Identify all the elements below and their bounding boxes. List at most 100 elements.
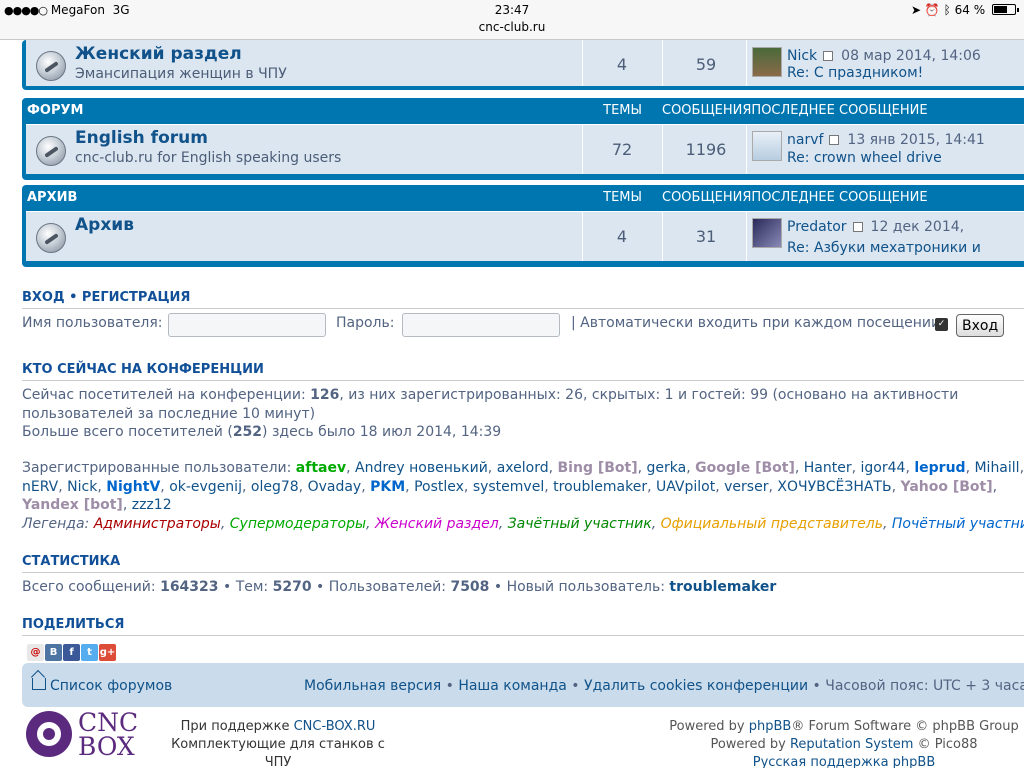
online-count: 126 [310,387,340,403]
forum-row-english[interactable]: English forum cnc-club.ru for English sp… [26,124,1024,174]
user-link[interactable]: ok-evgenij [169,479,242,495]
last-post-title[interactable]: Re: Азбуки мехатроники и [787,240,981,256]
legend-group-link[interactable]: Супермодераторы [230,516,366,532]
users-line-2: nERV, Nick, NightV, ok-evgenij, oleg78, … [22,478,998,495]
group-legend: Легенда: Администраторы, Супермодераторы… [22,515,1024,534]
user-link[interactable]: ХОЧУВСЁЗНАТЬ [777,479,891,495]
legend-group-link[interactable]: Официальный представитель [661,516,883,532]
user-link[interactable]: Postlex [414,479,464,495]
user-link[interactable]: aftaev [296,460,346,476]
cncbox-logo[interactable]: CNC BOX [26,710,150,761]
legend-group-link[interactable]: Администраторы [94,516,221,532]
stats-line: Всего сообщений: 164323 • Тем: 5270 • По… [22,579,777,595]
cncbox-link[interactable]: CNC-BOX.RU [294,719,376,734]
newest-user-link[interactable]: troublemaker [669,579,776,595]
user-link[interactable]: Hanter [804,460,852,476]
column-divider [746,125,747,174]
user-link[interactable]: PKM [370,479,405,495]
username-input[interactable] [168,313,326,337]
user-link[interactable]: Mihaill [974,460,1019,476]
last-post-info: narvf 13 янв 2015, 14:41 [787,132,985,148]
legend-group-link[interactable]: Почётный участник [892,516,1024,532]
view-latest-post-icon[interactable] [852,222,863,232]
user-link[interactable]: UAVpilot [656,479,715,495]
forum-row-archive[interactable]: Архив 4 31 Predator 12 дек 2014, Re: Азбу… [26,211,1024,261]
facebook-share-icon[interactable]: f [63,644,80,661]
users-line-1: Зарегистрированные пользователи: aftaev,… [22,460,1024,476]
russian-support-link[interactable]: Русская поддержка phpBB [664,754,1024,768]
category-archive: АРХИВ ТЕМЫ СООБЩЕНИЯПОСЛЕДНЕЕ СООБЩЕНИЕ … [22,185,1024,267]
column-divider [582,40,583,86]
forum-read-icon [36,136,66,166]
last-post-title[interactable]: Re: С праздником! [787,65,923,81]
password-label: Пароль: [336,315,395,331]
password-input[interactable] [402,313,560,337]
category-title[interactable]: АРХИВ [27,190,77,205]
mail-share-icon[interactable]: @ [27,644,44,661]
last-post-title[interactable]: Re: crown wheel drive [787,150,942,166]
user-link[interactable]: troublemaker [553,479,647,495]
user-link[interactable]: gerka [647,460,687,476]
category-women: Женский раздел Эмансипация женщин в ЧПУ … [22,40,1024,90]
view-latest-post-icon[interactable] [829,135,840,145]
topics-column-header: ТЕМЫ [603,190,642,205]
user-link[interactable]: NightV [106,479,160,495]
team-link[interactable]: Наша команда [458,678,567,694]
user-link[interactable]: Yahoo [Bot] [900,479,992,495]
last-post-author[interactable]: Nick [787,48,817,64]
vk-share-icon[interactable]: В [45,644,62,661]
user-link[interactable]: zzz12 [132,497,172,513]
user-link[interactable]: oleg78 [251,479,299,495]
legend-group-link[interactable]: Женский раздел [375,516,499,532]
legend-group-link[interactable]: Зачётный участник [508,516,652,532]
forum-title[interactable]: Женский раздел [75,44,242,64]
user-link[interactable]: Andrey новенький [355,460,488,476]
forum-row-women[interactable]: Женский раздел Эмансипация женщин в ЧПУ … [26,40,1024,86]
forum-topics-count: 4 [616,55,628,74]
user-avatar[interactable] [752,218,782,248]
last-post-date: 08 мар 2014, 14:06 [841,48,981,64]
user-link[interactable]: Bing [Bot] [558,460,638,476]
forum-title[interactable]: Архив [75,215,134,235]
user-avatar[interactable] [752,47,782,77]
forum-description: Эмансипация женщин в ЧПУ [75,66,287,82]
forum-title[interactable]: English forum [75,128,208,148]
phpbb-link[interactable]: phpBB [749,719,792,734]
category-title[interactable]: ФОРУМ [27,103,83,118]
ios-status-bar: ●●●●○ MegaFon 3G 23:47 ➤ ⏰ ᛒ 64 % [0,0,1024,20]
online-line-1: Сейчас посетителей на конференции: 126, … [22,387,959,403]
view-latest-post-icon[interactable] [823,51,834,61]
user-link[interactable]: nERV [22,479,58,495]
user-link[interactable]: axelord [497,460,549,476]
user-link[interactable]: Nick [67,479,97,495]
mobile-version-link[interactable]: Мобильная версия [304,678,441,694]
gear-icon [26,711,72,757]
user-link[interactable]: leprud [914,460,965,476]
last-post-author[interactable]: Predator [787,219,847,235]
last-post-author[interactable]: narvf [787,132,823,148]
powered-by: Powered by phpBB® Forum Software © phpBB… [664,718,1024,768]
online-line-3: Больше всего посетителей (252) здесь был… [22,424,502,440]
user-link[interactable]: Ovaday [308,479,362,495]
forum-index-link[interactable]: Список форумов [32,678,172,694]
forum-posts-count: 1196 [685,140,727,159]
twitter-share-icon[interactable]: t [81,644,98,661]
reputation-system-link[interactable]: Reputation System [790,737,914,752]
user-link[interactable]: verser [724,479,768,495]
divider [22,635,1024,636]
category-forum: ФОРУМ ТЕМЫ СООБЩЕНИЯПОСЛЕДНЕЕ СООБЩЕНИЕ … [22,98,1024,180]
login-section-title[interactable]: ВХОД • РЕГИСТРАЦИЯ [22,290,190,305]
url-bar[interactable]: cnc-club.ru [0,20,1024,40]
user-link[interactable]: systemvel [473,479,544,495]
login-button[interactable]: Вход [956,314,1005,337]
autologin-checkbox[interactable]: ✓ [935,318,948,331]
column-divider [746,40,747,86]
user-link[interactable]: Google [Bot] [695,460,795,476]
user-avatar[interactable] [752,131,782,161]
category-header: АРХИВ ТЕМЫ СООБЩЕНИЯПОСЛЕДНЕЕ СООБЩЕНИЕ [22,185,1024,209]
user-link[interactable]: Yandex [bot] [22,497,123,513]
googleplus-share-icon[interactable]: g+ [99,644,116,661]
delete-cookies-link[interactable]: Удалить cookies конференции [584,678,808,694]
user-link[interactable]: igor44 [861,460,906,476]
alarm-icon: ⏰ [924,3,940,17]
